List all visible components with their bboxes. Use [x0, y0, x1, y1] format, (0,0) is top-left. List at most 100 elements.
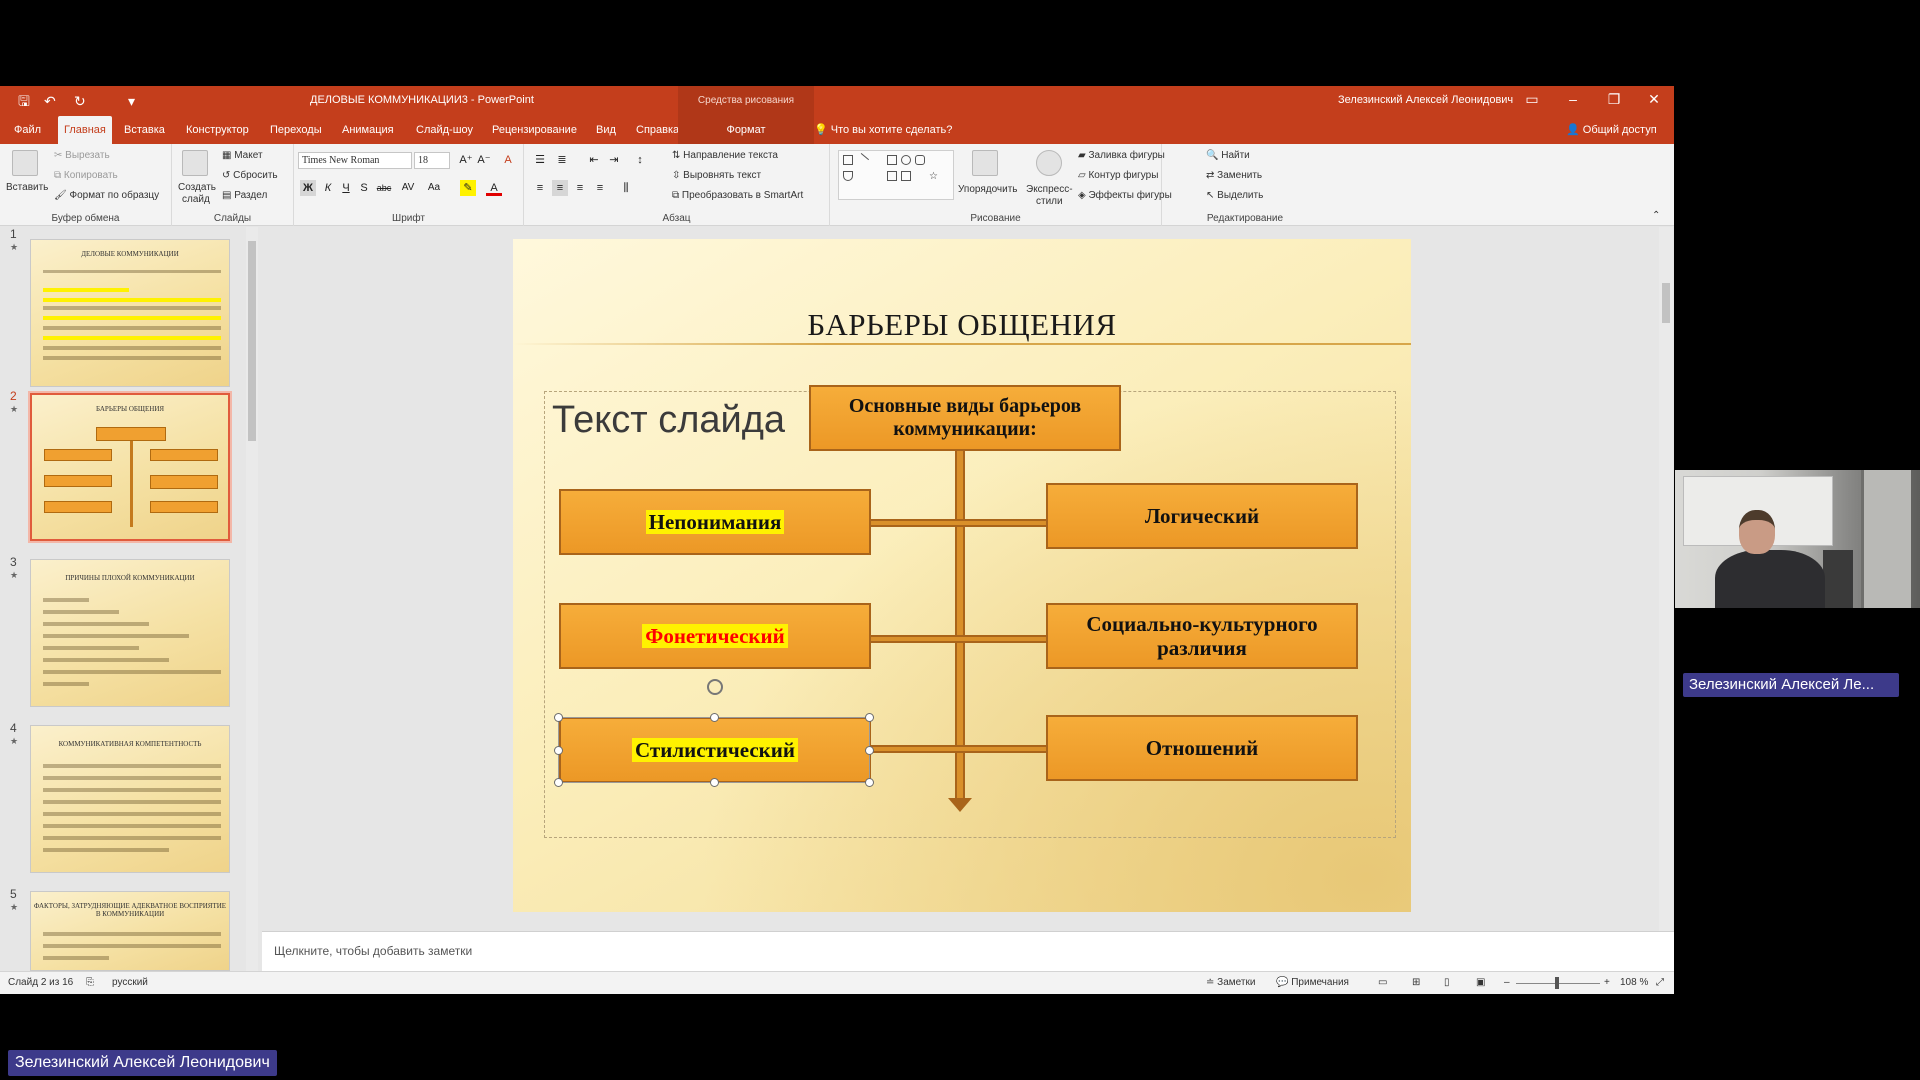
align-text-button[interactable]: ⇳ Выровнять текст: [672, 170, 761, 181]
ribbon-display-icon[interactable]: ▭: [1522, 91, 1542, 108]
layout-button[interactable]: ▦ Макет: [222, 150, 263, 161]
bold-button[interactable]: Ж: [300, 180, 316, 196]
tab-insert[interactable]: Вставка: [118, 116, 171, 144]
grow-font-icon[interactable]: A⁺: [458, 152, 474, 168]
arrow-down-shape-icon[interactable]: [901, 171, 911, 181]
slide-thumbnail-4[interactable]: КОММУНИКАТИВНАЯ КОМПЕТЕНТНОСТЬ: [30, 725, 230, 873]
section-button[interactable]: ▤ Раздел: [222, 190, 267, 201]
shape-outline-button[interactable]: ▱ Контур фигуры: [1078, 170, 1158, 181]
barrier-box-logical[interactable]: Логический: [1046, 483, 1358, 549]
placeholder-text[interactable]: Текст слайда: [552, 399, 785, 442]
numbering-icon[interactable]: ≣: [554, 152, 570, 168]
clear-formatting-icon[interactable]: A: [500, 152, 516, 168]
notes-toggle-button[interactable]: ≐ Заметки: [1206, 977, 1255, 988]
tell-me-box[interactable]: 💡 Что вы хотите сделать?: [808, 116, 958, 144]
align-left-icon[interactable]: ≡: [532, 180, 548, 196]
align-center-icon[interactable]: ≡: [552, 180, 568, 196]
line-spacing-icon[interactable]: ↕: [632, 152, 648, 168]
tab-view[interactable]: Вид: [590, 116, 622, 144]
replace-button[interactable]: ⇄ Заменить: [1206, 170, 1262, 181]
notes-pane[interactable]: Щелкните, чтобы добавить заметки: [262, 931, 1674, 971]
connector-arrow[interactable]: [870, 635, 1056, 643]
redo-icon[interactable]: ↻: [74, 93, 86, 109]
shapes-gallery[interactable]: ☆: [838, 150, 954, 200]
decrease-indent-icon[interactable]: ⇤: [586, 152, 602, 168]
tab-transitions[interactable]: Переходы: [264, 116, 328, 144]
shape-fill-button[interactable]: ▰ Заливка фигуры: [1078, 150, 1165, 161]
rectangle-shape-icon[interactable]: [887, 155, 897, 165]
font-color-button[interactable]: A: [486, 180, 502, 196]
zoom-in-icon[interactable]: +: [1604, 977, 1610, 988]
customize-quick-access-icon[interactable]: ▾: [128, 93, 135, 109]
fit-to-window-icon[interactable]: ⤢: [1656, 977, 1664, 988]
convert-smartart-button[interactable]: ⧉ Преобразовать в SmartArt: [672, 190, 803, 201]
new-slide-button-line2[interactable]: слайд: [182, 194, 210, 205]
tab-file[interactable]: Файл: [8, 116, 47, 144]
align-right-icon[interactable]: ≡: [572, 180, 588, 196]
font-size-combo[interactable]: 18: [414, 152, 450, 169]
tab-animations[interactable]: Анимация: [336, 116, 400, 144]
format-painter-button[interactable]: 🖌 Формат по образцу: [54, 190, 159, 201]
connector-arrow[interactable]: [870, 519, 1056, 527]
increase-indent-icon[interactable]: ⇥: [606, 152, 622, 168]
select-button[interactable]: ↖ Выделить: [1206, 190, 1263, 201]
arrange-button[interactable]: Упорядочить: [958, 184, 1018, 195]
slide-thumbnail-1[interactable]: ДЕЛОВЫЕ КОММУНИКАЦИИ: [30, 239, 230, 387]
collapse-ribbon-icon[interactable]: ⌃: [1652, 210, 1660, 221]
undo-icon[interactable]: ↶: [44, 93, 56, 109]
rounded-rectangle-shape-icon[interactable]: [915, 155, 925, 165]
zoom-slider-knob[interactable]: [1555, 977, 1559, 989]
scrollbar-thumb[interactable]: [1662, 283, 1670, 323]
resize-handle[interactable]: [554, 778, 563, 787]
tab-slideshow[interactable]: Слайд-шоу: [410, 116, 479, 144]
barrier-box-misunderstanding[interactable]: Непонимания: [559, 489, 871, 555]
slide-scrollbar[interactable]: [1659, 227, 1673, 931]
resize-handle[interactable]: [554, 713, 563, 722]
underline-button[interactable]: Ч: [338, 180, 354, 196]
line-shape-icon[interactable]: [854, 152, 870, 168]
resize-handle[interactable]: [710, 713, 719, 722]
barrier-box-phonetic[interactable]: Фонетический: [559, 603, 871, 669]
resize-handle[interactable]: [865, 746, 874, 755]
justify-icon[interactable]: ≡: [592, 180, 608, 196]
comments-button[interactable]: 💬 Примечания: [1276, 977, 1349, 988]
zoom-level[interactable]: 108 %: [1620, 977, 1648, 988]
star-shape-icon[interactable]: ☆: [929, 171, 939, 182]
thumbnail-scrollbar[interactable]: [246, 227, 258, 971]
slideshow-icon[interactable]: ▣: [1476, 977, 1485, 988]
highlight-color-icon[interactable]: ✎: [460, 180, 476, 196]
slide-sorter-icon[interactable]: ⊞: [1412, 977, 1420, 988]
tab-review[interactable]: Рецензирование: [486, 116, 583, 144]
arrange-icon[interactable]: [972, 150, 998, 176]
connector-arrow[interactable]: [870, 745, 1056, 753]
oval-shape-icon[interactable]: [901, 155, 911, 165]
language-indicator[interactable]: русский: [112, 977, 148, 988]
arrow-right-shape-icon[interactable]: [887, 171, 897, 181]
resize-handle[interactable]: [554, 746, 563, 755]
scrollbar-thumb[interactable]: [248, 241, 256, 441]
quick-styles-button[interactable]: Экспресс-: [1026, 184, 1073, 195]
minimize-button[interactable]: –: [1563, 91, 1583, 107]
normal-view-icon[interactable]: ▭: [1378, 977, 1387, 988]
new-slide-button[interactable]: Создать: [178, 182, 216, 193]
close-button[interactable]: ✕: [1644, 91, 1664, 108]
resize-handle[interactable]: [865, 778, 874, 787]
slide-thumbnail-2[interactable]: БАРЬЕРЫ ОБЩЕНИЯ: [30, 393, 230, 541]
triangle-shape-icon[interactable]: [843, 171, 853, 181]
shrink-font-icon[interactable]: A⁻: [476, 152, 492, 168]
paste-button[interactable]: Вставить: [6, 182, 48, 193]
resize-handle[interactable]: [710, 778, 719, 787]
new-slide-icon[interactable]: [182, 150, 208, 176]
tab-help[interactable]: Справка: [630, 116, 685, 144]
quick-styles-icon[interactable]: [1036, 150, 1062, 176]
textbox-shape-icon[interactable]: [843, 155, 853, 165]
rotate-handle-icon[interactable]: [707, 679, 723, 695]
change-case-button[interactable]: Aa: [424, 180, 444, 196]
resize-handle[interactable]: [865, 713, 874, 722]
zoom-out-icon[interactable]: –: [1504, 977, 1510, 988]
slide-thumbnail-5[interactable]: ФАКТОРЫ, ЗАТРУДНЯЮЩИЕ АДЕКВАТНОЕ ВОСПРИЯ…: [30, 891, 230, 971]
italic-button[interactable]: К: [320, 180, 336, 196]
shape-effects-button[interactable]: ◈ Эффекты фигуры: [1078, 190, 1172, 201]
shadow-button[interactable]: S: [356, 180, 372, 196]
copy-button[interactable]: ⧉ Копировать: [54, 170, 118, 181]
